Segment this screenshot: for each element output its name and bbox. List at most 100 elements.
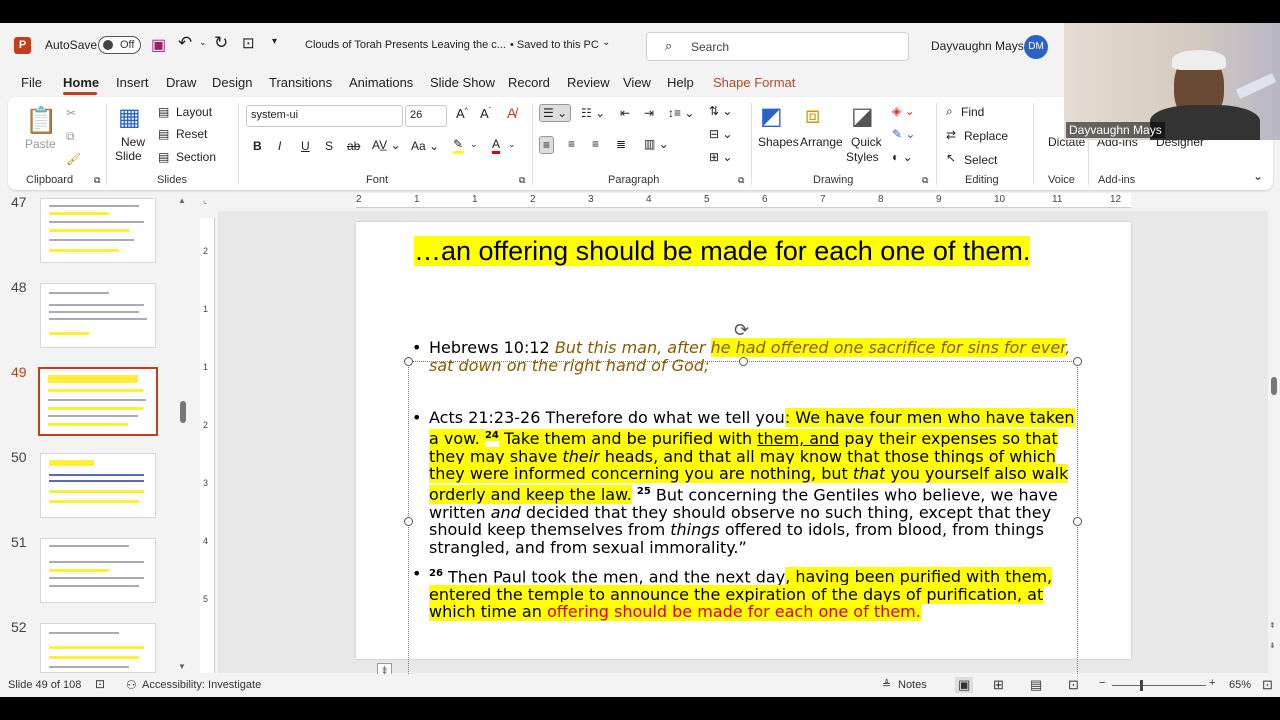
save-status[interactable]: • Saved to this PC <box>510 39 599 51</box>
font-color-icon[interactable]: A <box>492 137 501 154</box>
customize-qat-icon[interactable]: ▾ <box>272 36 277 47</box>
shape-outline-icon[interactable]: ✎ ⌄ <box>892 127 915 141</box>
replace-button[interactable]: Replace <box>964 129 1008 143</box>
underline-icon[interactable]: U <box>301 139 310 153</box>
quick-styles-icon[interactable]: ◪ <box>851 102 874 131</box>
slide-title[interactable]: …an offering should be made for each one… <box>414 234 1054 269</box>
columns-icon[interactable]: ▥ ⌄ <box>644 137 669 151</box>
quick-styles-button[interactable]: Quick <box>851 135 882 149</box>
save-icon[interactable]: ▣ <box>151 35 166 55</box>
zoom-slider[interactable] <box>1112 685 1206 686</box>
document-title[interactable]: Clouds of Torah Presents Leaving the c..… <box>305 39 506 51</box>
section-icon[interactable]: ▤ <box>158 150 169 164</box>
resize-handle[interactable] <box>1073 357 1082 366</box>
resize-handle[interactable] <box>1073 517 1082 526</box>
arrange-button[interactable]: Arrange <box>800 135 843 149</box>
tab-shape-format[interactable]: Shape Format <box>713 75 795 90</box>
change-case-icon[interactable]: Aa ⌄ <box>411 139 439 153</box>
select-icon[interactable]: ↖ <box>946 151 956 165</box>
chevron-down-icon[interactable]: ⌄ <box>602 37 610 48</box>
user-name[interactable]: Dayvaughn Mays <box>931 39 1024 53</box>
tab-insert[interactable]: Insert <box>116 75 149 90</box>
slide-thumbnail-52[interactable] <box>40 623 156 673</box>
new-slide-label[interactable]: New <box>121 135 145 149</box>
zoom-level[interactable]: 65% <box>1229 679 1251 691</box>
cut-icon[interactable]: ✂ <box>66 106 76 120</box>
accessibility-status[interactable]: Accessibility: Investigate <box>142 679 261 691</box>
numbering-icon[interactable]: ☷ ⌄ <box>581 106 605 120</box>
slide-counter[interactable]: Slide 49 of 108 <box>8 679 81 691</box>
resize-handle[interactable] <box>404 517 413 526</box>
bold-icon[interactable]: B <box>253 139 262 153</box>
layout-icon[interactable]: ▤ <box>158 105 169 119</box>
zoom-in-icon[interactable]: + <box>1209 677 1215 689</box>
layout-button[interactable]: Layout <box>176 105 212 119</box>
text-box-selection-frame[interactable] <box>408 361 1078 682</box>
tab-help[interactable]: Help <box>667 75 694 90</box>
redo-icon[interactable]: ↻ <box>214 33 228 53</box>
tab-view[interactable]: View <box>623 75 651 90</box>
reset-button[interactable]: Reset <box>176 127 207 141</box>
undo-icon[interactable]: ↶ <box>178 33 192 53</box>
find-icon[interactable]: ⌕ <box>946 104 953 119</box>
align-text-icon[interactable]: ⊟ ⌄ <box>709 127 732 141</box>
canvas-scrollbar[interactable]: ⇞ ⇟ <box>1268 211 1280 673</box>
format-painter-icon[interactable]: 🖌 <box>66 152 81 166</box>
ruler-corner-icon[interactable]: ⌞ <box>203 195 207 206</box>
scroll-up-icon[interactable]: ▲ <box>178 196 186 205</box>
slide-thumbnail-50[interactable] <box>40 453 156 518</box>
accessibility-icon[interactable]: ⚇ <box>126 678 137 692</box>
scroll-down-icon[interactable]: ▼ <box>178 662 186 671</box>
fit-to-window-icon[interactable]: ⊡ <box>1262 677 1273 693</box>
slide-thumbnail-51[interactable] <box>40 538 156 603</box>
reset-icon[interactable]: ▤ <box>158 127 169 141</box>
tab-file[interactable]: File <box>21 75 42 90</box>
collapse-ribbon-icon[interactable]: ⌄ <box>1253 169 1263 183</box>
paste-label[interactable]: Paste <box>25 137 56 151</box>
slideshow-icon[interactable]: ⊡ <box>1068 677 1079 693</box>
slide-thumbnail-47[interactable] <box>40 198 156 263</box>
tab-review[interactable]: Review <box>567 75 610 90</box>
previous-slide-icon[interactable]: ⇞ <box>1269 621 1276 630</box>
dialog-launcher-icon[interactable]: ⧉ <box>922 175 928 186</box>
avatar[interactable]: DM <box>1024 35 1048 59</box>
spelling-icon[interactable]: ⊡ <box>95 677 105 691</box>
shapes-icon[interactable]: ◩ <box>760 102 783 131</box>
text-direction-icon[interactable]: ⇅ ⌄ <box>709 104 732 118</box>
copy-icon[interactable]: ⧉ <box>66 129 75 144</box>
font-size-select[interactable]: 26 <box>405 105 447 127</box>
decrease-indent-icon[interactable]: ⇤ <box>620 106 630 120</box>
zoom-out-icon[interactable]: − <box>1099 677 1105 689</box>
shadow-icon[interactable]: S <box>325 139 333 153</box>
align-left-icon[interactable]: ≡ <box>539 136 555 154</box>
scroll-thumb[interactable] <box>1271 377 1277 395</box>
align-center-icon[interactable]: ≡ <box>568 137 575 151</box>
tab-slide-show[interactable]: Slide Show <box>430 75 495 90</box>
dialog-launcher-icon[interactable]: ⧉ <box>519 175 525 186</box>
rotate-handle-icon[interactable]: ⟳ <box>734 320 749 341</box>
quick-styles-button-2[interactable]: Styles <box>846 150 879 164</box>
dialog-launcher-icon[interactable]: ⧉ <box>738 175 744 186</box>
normal-view-icon[interactable]: ▣ <box>955 677 974 693</box>
select-button[interactable]: Select <box>964 153 997 167</box>
shapes-button[interactable]: Shapes <box>758 135 799 149</box>
chevron-down-icon[interactable]: ⌄ <box>508 139 516 150</box>
section-button[interactable]: Section <box>176 150 216 164</box>
zoom-slider-thumb[interactable] <box>1140 680 1143 691</box>
italic-icon[interactable]: I <box>278 139 281 153</box>
thumbnail-scrollbar[interactable]: ▲ ▼ <box>178 196 188 671</box>
tab-record[interactable]: Record <box>508 75 550 90</box>
decrease-font-size-icon[interactable]: Aˇ <box>480 106 491 121</box>
slide-thumbnail-48[interactable] <box>40 283 156 348</box>
resize-handle[interactable] <box>739 357 748 366</box>
find-button[interactable]: Find <box>961 105 984 119</box>
scroll-thumb[interactable] <box>180 401 186 423</box>
strikethrough-icon[interactable]: ab <box>347 139 360 153</box>
next-slide-icon[interactable]: ⇟ <box>1269 641 1276 650</box>
bullets-icon[interactable]: ☰ ⌄ <box>539 104 572 122</box>
tab-design[interactable]: Design <box>212 75 252 90</box>
justify-icon[interactable]: ≣ <box>616 137 626 151</box>
tab-animations[interactable]: Animations <box>349 75 413 90</box>
shape-effects-icon[interactable]: ◐ ⌄ <box>892 150 913 164</box>
increase-font-size-icon[interactable]: A^ <box>456 106 468 121</box>
